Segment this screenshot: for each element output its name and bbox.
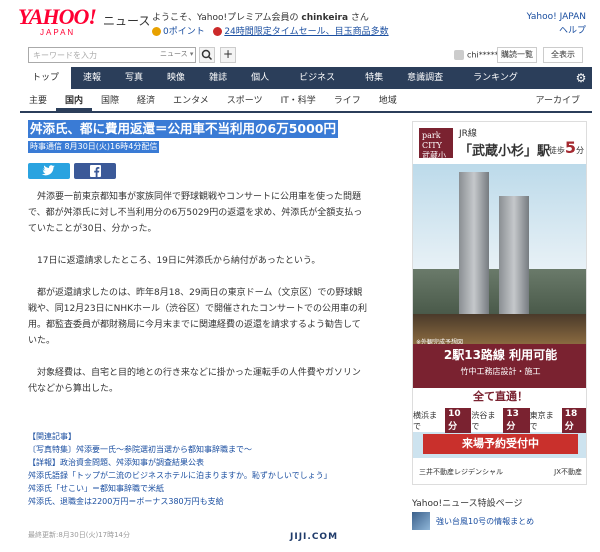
tab-magazines[interactable]: 雑誌	[197, 67, 239, 89]
related-heading: 【関連記事】	[28, 432, 76, 441]
header-links: Yahoo! JAPAN ヘルプ	[527, 10, 586, 38]
tab-business[interactable]: ビジネス	[281, 67, 353, 89]
article-paragraph: 対象経費は、自宅と目的地との行き来などに掛かった運転手の人件費やガソリン代などか…	[28, 368, 361, 394]
subtab-sports[interactable]: スポーツ	[218, 89, 272, 111]
related-link[interactable]: 【詳報】政治資金問題、舛添知事が調査結果公表	[28, 458, 204, 467]
welcome-suffix: さん	[350, 13, 369, 23]
sponsor-mitsui: 三井不動産レジデンシャル	[419, 468, 503, 476]
park-city-logo: park CITY 武蔵小杉	[419, 128, 453, 170]
yahoo-japan-link[interactable]: Yahoo! JAPAN	[527, 12, 586, 22]
ad-access-banner: 2駅13路線 利用可能 竹中工務店設計・施工	[413, 344, 586, 388]
welcome-message: ようこそ、Yahoo!プレミアム会員の chinkeira さん	[152, 10, 369, 23]
ad-direct: 全て直通！	[413, 388, 586, 406]
real-estate-ad[interactable]: park CITY 武蔵小杉 JR線 「武蔵小杉」駅 徒歩5分 ※外観完成予想図…	[412, 121, 587, 485]
related-link[interactable]: 舛添氏「せこい」＝都知事辞職で米紙	[28, 484, 164, 493]
subtab-international[interactable]: 国際	[92, 89, 128, 111]
points-icon	[152, 27, 161, 36]
subtab-economy[interactable]: 経済	[128, 89, 164, 111]
logo-text: YAHOO!	[18, 4, 97, 29]
user-short: chi*****	[467, 50, 499, 60]
tower-right	[499, 196, 529, 314]
subtab-main[interactable]: 主要	[20, 89, 56, 111]
show-all-button[interactable]: 全表示	[543, 47, 583, 63]
tab-ranking[interactable]: ランキング	[455, 67, 536, 89]
special-page-title: 強い台風10号の情報まとめ	[436, 517, 535, 526]
tower-photo	[413, 164, 586, 314]
subtab-life[interactable]: ライフ	[325, 89, 370, 111]
special-page-item[interactable]: 強い台風10号の情報まとめ	[412, 512, 587, 534]
news-brand[interactable]: ニュース	[103, 12, 150, 29]
related-link[interactable]: 舛添氏、退職金は2200万円＝ボーナス380万円も支給	[28, 497, 224, 506]
tower-left	[459, 172, 489, 314]
points-row: 0ポイント 24時間限定タイムセール、目玉商品多数	[152, 24, 389, 37]
article-paragraph: 都が返還請求したのは、昨年8月18、29両日の東京ドーム（文京区）での野球観戦や…	[28, 288, 368, 346]
article-paragraph: 舛添要一前東京都知事が家族同伴で野球観戦やコンサートに公用車を使った問題で、都が…	[28, 192, 363, 234]
station-time: 渋谷まで 13分	[471, 408, 530, 433]
logo-sub-text: JAPAN	[40, 28, 76, 37]
last-updated: 最終更新:8月30日(火)17時14分	[28, 531, 130, 539]
welcome-prefix: ようこそ、Yahoo!プレミアム会員の	[152, 13, 299, 23]
tab-breaking[interactable]: 速報	[71, 67, 113, 89]
points-link[interactable]: 0ポイント	[163, 27, 205, 37]
tab-survey[interactable]: 意識調査	[395, 67, 455, 89]
ad-line-name: JR線	[459, 129, 477, 139]
tab-videos[interactable]: 映像	[155, 67, 197, 89]
tab-top[interactable]: トップ	[20, 67, 72, 89]
ad-sponsors: 三井不動産レジデンシャル JX不動産	[413, 458, 586, 484]
related-articles: 【関連記事】 〔写真特集〕舛添要一氏～参院選初当選から都知事辞職まで～ 【詳報】…	[28, 430, 368, 508]
gear-icon[interactable]: ⚙	[574, 71, 588, 85]
archive-link[interactable]: アーカイブ	[536, 89, 580, 113]
username[interactable]: chinkeira	[301, 13, 348, 23]
article-paragraph: 17日に返還請求したところ、19日に舛添氏から納付があったという。	[37, 256, 321, 266]
timesale-icon	[213, 27, 223, 36]
search-scope-select[interactable]: ニュース ▾	[160, 49, 193, 59]
article-headline: 舛添氏、都に費用返還＝公用車不当利用の6万5000円	[28, 120, 338, 138]
article-byline[interactable]: 時事通信 8月30日(火)16時4分配信	[28, 141, 160, 153]
twitter-icon	[41, 165, 55, 176]
yahoo-japan-logo[interactable]: YAHOO! JAPAN	[18, 6, 100, 40]
ad-station: 「武蔵小杉」駅	[459, 144, 551, 159]
subtab-it-science[interactable]: IT・科学	[272, 89, 325, 111]
special-pages-heading: Yahoo!ニュース特設ページ	[412, 499, 523, 509]
station-time: 横浜まで 10分	[413, 408, 472, 433]
search-icon	[201, 49, 213, 61]
ad-access: 2駅13路線 利用可能	[443, 348, 558, 362]
top-nav: トップ 速報 写真 映像 雑誌 個人 ビジネス 特集 意識調査 ランキング ⚙	[20, 67, 592, 89]
user-menu[interactable]: chi*****	[454, 50, 499, 60]
facebook-icon	[90, 165, 101, 177]
share-buttons	[28, 163, 392, 179]
related-link[interactable]: 舛添氏語録「トップが二流のビジネスホテルに泊まりますか。恥ずかしいでしょう」	[28, 471, 332, 480]
ad-station-times: 横浜まで 10分 渋谷まで 13分 東京まで 18分	[413, 406, 586, 433]
reservation-button[interactable]: 来場予約受付中	[423, 434, 578, 454]
add-button[interactable]: +	[220, 47, 236, 63]
category-nav: 主要 国内 国際 経済 エンタメ スポーツ IT・科学 ライフ 地域 アーカイブ	[20, 89, 592, 113]
article: 舛添氏、都に費用返還＝公用車不当利用の6万5000円 時事通信 8月30日(火)…	[28, 120, 392, 413]
station-time: 東京まで 18分	[530, 408, 586, 433]
related-link[interactable]: 〔写真特集〕舛添要一氏～参院選初当選から都知事辞職まで～	[28, 445, 252, 454]
search-button[interactable]	[199, 47, 215, 63]
subtab-entertainment[interactable]: エンタメ	[164, 89, 218, 111]
timesale-link[interactable]: 24時間限定タイムセール、目玉商品多数	[224, 27, 388, 37]
twitter-share-button[interactable]	[28, 163, 70, 179]
header: YAHOO! JAPAN ニュース ようこそ、Yahoo!プレミアム会員の ch…	[0, 0, 600, 44]
article-body: 舛添要一前東京都知事が家族同伴で野球観戦やコンサートに公用車を使った問題で、都が…	[28, 189, 368, 397]
facebook-share-button[interactable]	[74, 163, 116, 179]
subtab-domestic[interactable]: 国内	[56, 89, 93, 111]
avatar	[454, 50, 464, 60]
subscriptions-button[interactable]: 購読一覧	[497, 47, 537, 63]
ad-walk-time: 徒歩5分	[548, 138, 584, 157]
ad-contractor: 竹中工務店設計・施工	[460, 367, 541, 376]
search-row: キーワードを入力 ニュース ▾ + chi***** 購読一覧 全表示	[0, 44, 600, 66]
help-link[interactable]: ヘルプ	[559, 26, 586, 36]
ad-header: park CITY 武蔵小杉 JR線 「武蔵小杉」駅 徒歩5分	[413, 122, 586, 170]
subtab-local[interactable]: 地域	[370, 89, 406, 111]
tab-photos[interactable]: 写真	[113, 67, 155, 89]
typhoon-thumbnail	[412, 512, 430, 530]
tab-individual[interactable]: 個人	[239, 67, 281, 89]
sponsor-jx: JX不動産	[554, 468, 582, 476]
tab-features[interactable]: 特集	[353, 67, 395, 89]
jiji-logo[interactable]: JIJI.COM	[290, 532, 338, 542]
